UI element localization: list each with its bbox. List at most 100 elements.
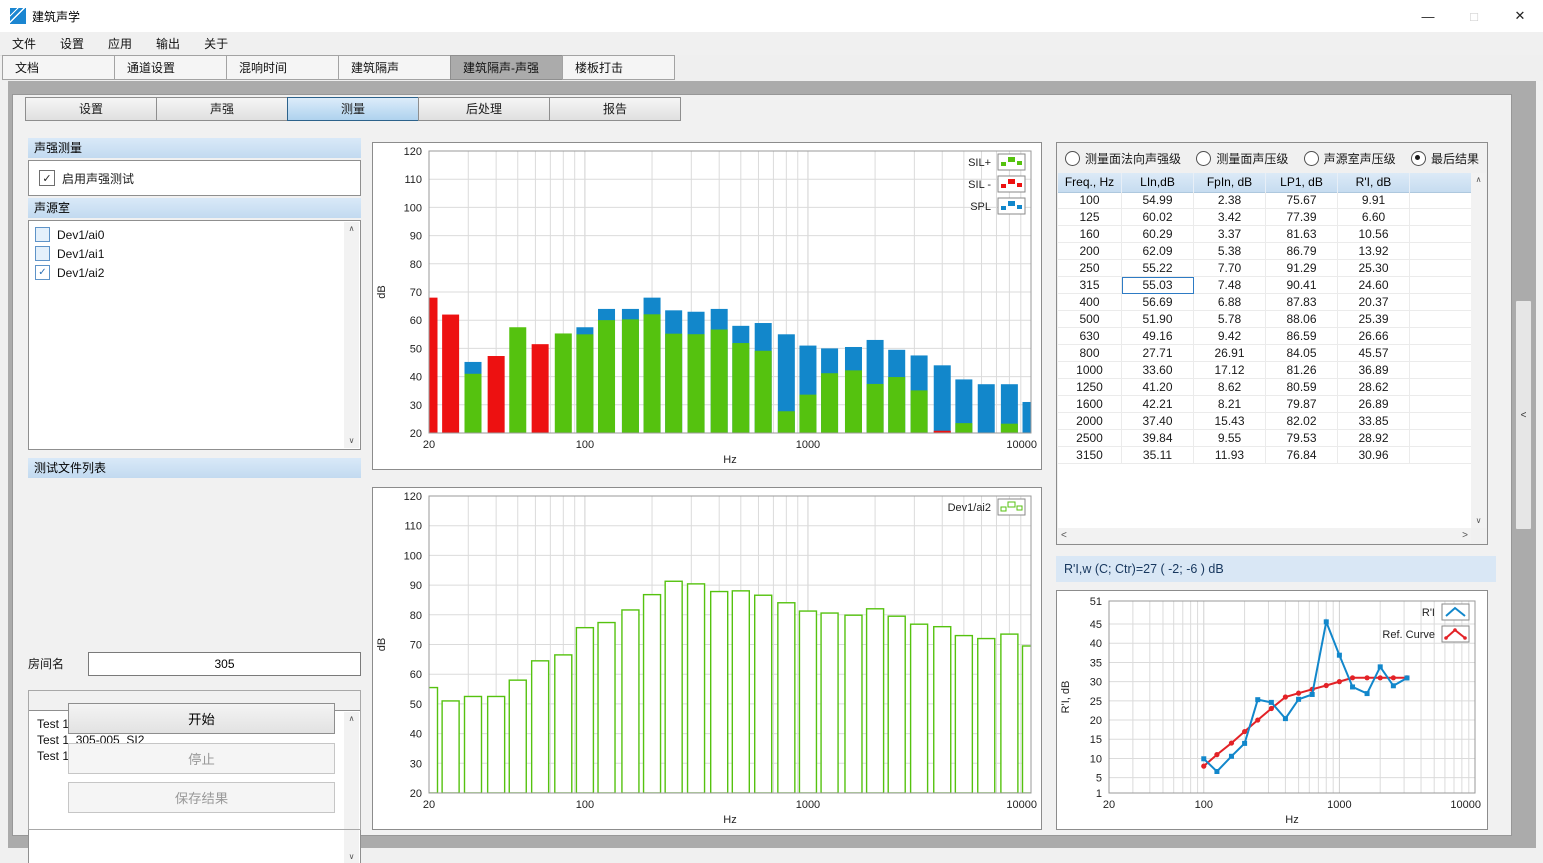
table-cell[interactable]: 36.89 xyxy=(1338,362,1410,379)
table-cell[interactable]: 49.16 xyxy=(1122,328,1194,345)
table-cell[interactable]: 1250 xyxy=(1058,379,1122,396)
table-cell[interactable]: 17.12 xyxy=(1194,362,1266,379)
main-tab-2[interactable]: 通道设置 xyxy=(114,55,227,80)
table-cell[interactable]: 54.99 xyxy=(1122,192,1194,209)
table-cell[interactable] xyxy=(1410,209,1473,226)
table-cell[interactable]: 55.22 xyxy=(1122,260,1194,277)
table-cell[interactable]: 11.93 xyxy=(1194,447,1266,464)
channel-checkbox[interactable] xyxy=(35,227,50,242)
table-cell[interactable]: 37.40 xyxy=(1122,413,1194,430)
table-cell[interactable]: 9.42 xyxy=(1194,328,1266,345)
table-cell[interactable]: 33.85 xyxy=(1338,413,1410,430)
table-cell[interactable]: 81.63 xyxy=(1266,226,1338,243)
channel-checkbox[interactable] xyxy=(35,246,50,261)
table-cell[interactable] xyxy=(1410,260,1473,277)
table-cell[interactable] xyxy=(1410,311,1473,328)
table-cell[interactable]: 2.38 xyxy=(1194,192,1266,209)
menu-item-2[interactable]: 设置 xyxy=(48,32,96,55)
table-cell[interactable]: 100 xyxy=(1058,192,1122,209)
table-cell[interactable]: 84.05 xyxy=(1266,345,1338,362)
table-cell[interactable]: 28.92 xyxy=(1338,430,1410,447)
menu-item-4[interactable]: 输出 xyxy=(144,32,192,55)
table-cell[interactable]: 87.83 xyxy=(1266,294,1338,311)
radio-option-4[interactable]: 最后结果 xyxy=(1411,150,1479,167)
main-tab-4[interactable]: 建筑隔声 xyxy=(338,55,451,80)
table-cell[interactable] xyxy=(1410,362,1473,379)
scroll-right-icon[interactable]: > xyxy=(1462,530,1468,541)
table-cell[interactable]: 75.67 xyxy=(1266,192,1338,209)
table-cell[interactable]: 500 xyxy=(1058,311,1122,328)
table-cell[interactable]: 2500 xyxy=(1058,430,1122,447)
table-horizontal-scrollbar[interactable]: <> xyxy=(1058,528,1471,543)
table-cell[interactable]: 200 xyxy=(1058,243,1122,260)
table-cell[interactable] xyxy=(1410,430,1473,447)
table-cell[interactable]: 2000 xyxy=(1058,413,1122,430)
table-cell[interactable]: 24.60 xyxy=(1338,277,1410,294)
sub-tab-4[interactable]: 后处理 xyxy=(418,97,550,121)
table-cell[interactable]: 86.79 xyxy=(1266,243,1338,260)
panel-collapse-handle[interactable]: < xyxy=(1515,300,1532,530)
table-cell[interactable]: 62.09 xyxy=(1122,243,1194,260)
scroll-left-icon[interactable]: < xyxy=(1061,530,1067,541)
scroll-up-icon[interactable]: ∧ xyxy=(349,222,355,236)
minimize-button[interactable]: — xyxy=(1405,0,1451,32)
table-cell[interactable] xyxy=(1410,226,1473,243)
menu-item-5[interactable]: 关于 xyxy=(192,32,240,55)
table-cell[interactable] xyxy=(1410,379,1473,396)
table-cell[interactable]: 79.87 xyxy=(1266,396,1338,413)
table-cell[interactable]: 6.88 xyxy=(1194,294,1266,311)
table-cell[interactable]: 1000 xyxy=(1058,362,1122,379)
table-cell[interactable]: 9.55 xyxy=(1194,430,1266,447)
table-cell[interactable] xyxy=(1410,277,1473,294)
sub-tab-1[interactable]: 设置 xyxy=(25,97,157,121)
scroll-up-icon[interactable]: ∧ xyxy=(1476,173,1482,187)
channel-item[interactable]: Dev1/ai1 xyxy=(29,244,360,263)
start-button[interactable]: 开始 xyxy=(68,703,335,734)
sub-tab-2[interactable]: 声强 xyxy=(156,97,288,121)
table-cell[interactable]: 400 xyxy=(1058,294,1122,311)
table-cell[interactable]: 30.96 xyxy=(1338,447,1410,464)
table-cell[interactable]: 80.59 xyxy=(1266,379,1338,396)
table-cell[interactable]: 35.11 xyxy=(1122,447,1194,464)
table-cell[interactable]: 1600 xyxy=(1058,396,1122,413)
room-name-input[interactable] xyxy=(88,652,361,676)
table-cell[interactable]: 82.02 xyxy=(1266,413,1338,430)
table-cell[interactable]: 10.56 xyxy=(1338,226,1410,243)
table-cell[interactable]: 55.03 xyxy=(1122,277,1194,294)
table-cell[interactable] xyxy=(1410,447,1473,464)
table-cell[interactable]: 28.62 xyxy=(1338,379,1410,396)
table-cell[interactable]: 79.53 xyxy=(1266,430,1338,447)
sub-tab-5[interactable]: 报告 xyxy=(549,97,681,121)
radio-option-3[interactable]: 声源室声压级 xyxy=(1304,150,1396,167)
table-cell[interactable]: 6.60 xyxy=(1338,209,1410,226)
table-cell[interactable]: 15.43 xyxy=(1194,413,1266,430)
table-cell[interactable] xyxy=(1410,345,1473,362)
scroll-down-icon[interactable]: ∨ xyxy=(349,850,355,863)
stop-button[interactable]: 停止 xyxy=(68,743,335,774)
table-cell[interactable]: 9.91 xyxy=(1338,192,1410,209)
enable-intensity-checkbox[interactable]: ✓ xyxy=(39,170,55,186)
enable-intensity-row[interactable]: ✓ 启用声强测试 xyxy=(29,161,360,195)
table-cell[interactable]: 25.39 xyxy=(1338,311,1410,328)
table-cell[interactable]: 25.30 xyxy=(1338,260,1410,277)
table-cell[interactable] xyxy=(1410,413,1473,430)
table-cell[interactable]: 26.89 xyxy=(1338,396,1410,413)
table-cell[interactable]: 45.57 xyxy=(1338,345,1410,362)
menu-item-1[interactable]: 文件 xyxy=(0,32,48,55)
table-cell[interactable]: 800 xyxy=(1058,345,1122,362)
table-cell[interactable]: 5.78 xyxy=(1194,311,1266,328)
table-cell[interactable]: 3.42 xyxy=(1194,209,1266,226)
table-cell[interactable]: 20.37 xyxy=(1338,294,1410,311)
scroll-down-icon[interactable]: ∨ xyxy=(349,434,355,448)
table-cell[interactable]: 60.29 xyxy=(1122,226,1194,243)
table-cell[interactable]: 77.39 xyxy=(1266,209,1338,226)
save-results-button[interactable]: 保存结果 xyxy=(68,782,335,813)
table-cell[interactable]: 81.26 xyxy=(1266,362,1338,379)
table-cell[interactable] xyxy=(1410,243,1473,260)
table-cell[interactable]: 26.91 xyxy=(1194,345,1266,362)
radio-option-2[interactable]: 测量面声压级 xyxy=(1196,150,1288,167)
channel-checkbox[interactable]: ✓ xyxy=(35,265,50,280)
main-tab-3[interactable]: 混响时间 xyxy=(226,55,339,80)
radio-option-1[interactable]: 测量面法向声强级 xyxy=(1065,150,1181,167)
table-cell[interactable]: 3150 xyxy=(1058,447,1122,464)
